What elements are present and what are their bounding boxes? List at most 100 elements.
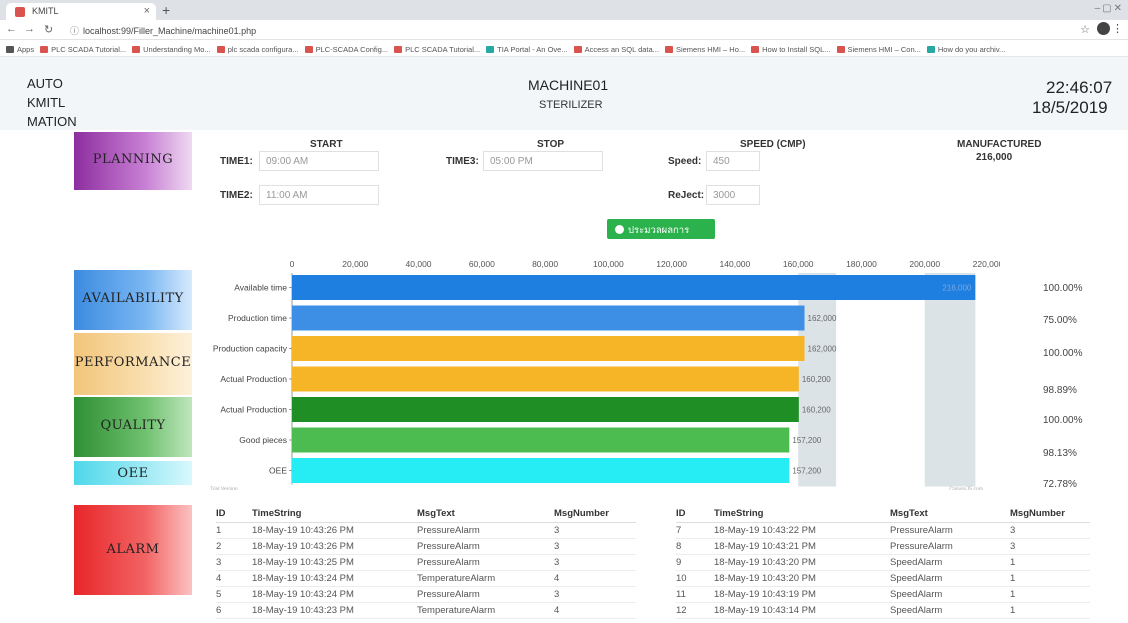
production-bar-chart: 0 20,000 40,000 60,000 80,000 100,000 120,000 1… [210,259,1000,491]
bar [292,458,790,483]
credit-label: CanvasJS.com [949,487,983,491]
speed-field[interactable]: 450 [706,151,760,171]
calculate-button[interactable]: ประมวลผลการทำงาน [607,219,715,251]
reject-field[interactable]: 3000 [706,185,760,205]
x-tick-label: 20,000 [342,259,368,269]
bookmark-label: PLC SCADA Tutorial... [405,45,481,54]
brand-line: KMITL [27,95,66,110]
time3-field[interactable]: 05:00 PM [483,151,603,171]
new-tab-icon[interactable]: + [162,2,170,18]
alarm-msgnumber: 4 [554,570,636,587]
manufactured-header: MANUFACTURED [957,139,1042,150]
x-tick-label: 120,000 [656,259,687,269]
bookmark-item[interactable]: How to Install SQL... [751,40,831,54]
alarm-row: 2 18-May-19 10:43:26 PM PressureAlarm 3 [216,538,636,555]
alarm-timestring: 18-May-19 10:43:26 PM [252,522,417,539]
bookmark-item[interactable]: PLC-SCADA Config... [304,40,388,54]
bookmark-label: How do you archiv... [937,45,1006,54]
reload-icon[interactable]: ↻ [44,23,53,36]
bookmark-item[interactable]: PLC SCADA Tutorial... [40,40,126,54]
url-field[interactable]: ⓘ localhost:99/Filler_Machine/machine01.p… [70,22,1060,38]
plot-band [924,273,976,487]
bookmark-apps[interactable]: Apps [6,40,34,54]
alarm-row: 3 18-May-19 10:43:25 PM PressureAlarm 3 [216,554,636,571]
alarm-msgtext: TemperatureAlarm [417,570,554,587]
bookmark-item[interactable]: Siemens HMI – Ho... [664,40,746,54]
data-label: 216,000 [942,284,971,293]
alarm-id: 7 [676,522,714,539]
x-tick-label: 140,000 [720,259,751,269]
category-label: Actual Production [220,405,287,415]
alarm-row: 7 18-May-19 10:43:22 PM PressureAlarm 3 [676,522,1090,539]
x-tick-label: 100,000 [593,259,624,269]
alarm-panel: ALARM [74,505,192,595]
x-tick-label: 160,000 [783,259,814,269]
url-text: localhost:99/Filler_Machine/machine01.ph… [83,26,257,36]
category-label: Production time [228,313,287,323]
alarm-msgtext: PressureAlarm [417,554,554,571]
data-label: 160,200 [802,406,831,415]
x-tick-label: 180,000 [846,259,877,269]
availability-panel: AVAILABILITY [74,270,192,330]
alarm-timestring: 18-May-19 10:43:25 PM [252,554,417,571]
percentage-value: 72.78% [1043,479,1077,490]
alarm-timestring: 18-May-19 10:43:20 PM [714,554,890,571]
brand-line: AUTO [27,76,63,91]
browser-tab[interactable]: KMITL × [6,3,156,20]
alarm-timestring: 18-May-19 10:43:21 PM [714,538,890,555]
data-label: 157,200 [792,467,821,476]
bookmark-star-icon[interactable]: ☆ [1080,23,1090,36]
bookmark-item[interactable]: How do you archiv... [926,40,1006,54]
menu-kebab-icon[interactable]: ⋮ [1112,22,1123,35]
alarm-msgtext: TemperatureAlarm [417,602,554,619]
bookmark-item[interactable]: TIA Portal - An Ove... [486,40,568,54]
category-label: OEE [269,466,287,476]
alarm-table-right: ID TimeString MsgText MsgNumber 7 18-May-… [676,505,1090,619]
alarm-id: 4 [216,570,252,587]
alarm-id: 6 [216,602,252,619]
alarm-timestring: 18-May-19 10:43:14 PM [714,602,890,619]
bookmark-favicon-icon [394,46,403,53]
alarm-msgtext: SpeedAlarm [890,602,1010,619]
forward-icon[interactable]: → [24,23,35,35]
col-id: ID [676,505,714,523]
alarm-timestring: 18-May-19 10:43:20 PM [714,570,890,587]
bar [292,336,805,361]
bookmark-favicon-icon [573,46,582,53]
time1-field[interactable]: 09:00 AM [259,151,379,171]
stop-header: STOP [537,139,565,150]
oee-label: OEE [117,466,149,481]
window-controls-icon[interactable]: –▢✕ [1095,3,1124,14]
alarm-id: 12 [676,602,714,619]
x-tick-label: 220,000 [973,259,1000,269]
alarm-id: 5 [216,586,252,603]
bar [292,397,799,422]
machine-name: MACHINE01 [528,77,609,93]
bookmark-label: Apps [17,45,35,54]
close-tab-icon[interactable]: × [144,5,150,17]
col-msgnumber: MsgNumber [554,505,636,523]
back-icon[interactable]: ← [6,23,17,35]
alarm-timestring: 18-May-19 10:43:24 PM [252,570,417,587]
percentage-value: 98.89% [1043,385,1077,396]
bookmark-item[interactable]: Access an SQL data... [573,40,659,54]
bookmark-favicon-icon [926,46,935,53]
bookmark-label: Siemens HMI – Ho... [675,45,746,54]
time2-field[interactable]: 11:00 AM [259,185,379,205]
speed-label: Speed: [668,156,702,167]
alarm-timestring: 18-May-19 10:43:23 PM [252,602,417,619]
alarm-msgnumber: 4 [554,602,636,619]
bookmark-item[interactable]: Siemens HMI – Con... [836,40,921,54]
trial-label: Trial Version [210,487,238,491]
profile-avatar-icon[interactable] [1097,22,1110,35]
bookmark-item[interactable]: PLC SCADA Tutorial... [394,40,480,54]
tab-title: KMITL [32,6,59,16]
bookmark-item[interactable]: Understanding Mo... [132,40,211,54]
col-timestring: TimeString [252,505,417,523]
time3-label: TIME3: [446,156,479,167]
performance-label: PERFORMANCE [74,355,192,370]
planning-label: PLANNING [92,152,174,167]
bookmark-item[interactable]: plc scada configura... [216,40,299,54]
bookmark-label: TIA Portal - An Ove... [497,45,568,54]
bar [292,427,790,453]
